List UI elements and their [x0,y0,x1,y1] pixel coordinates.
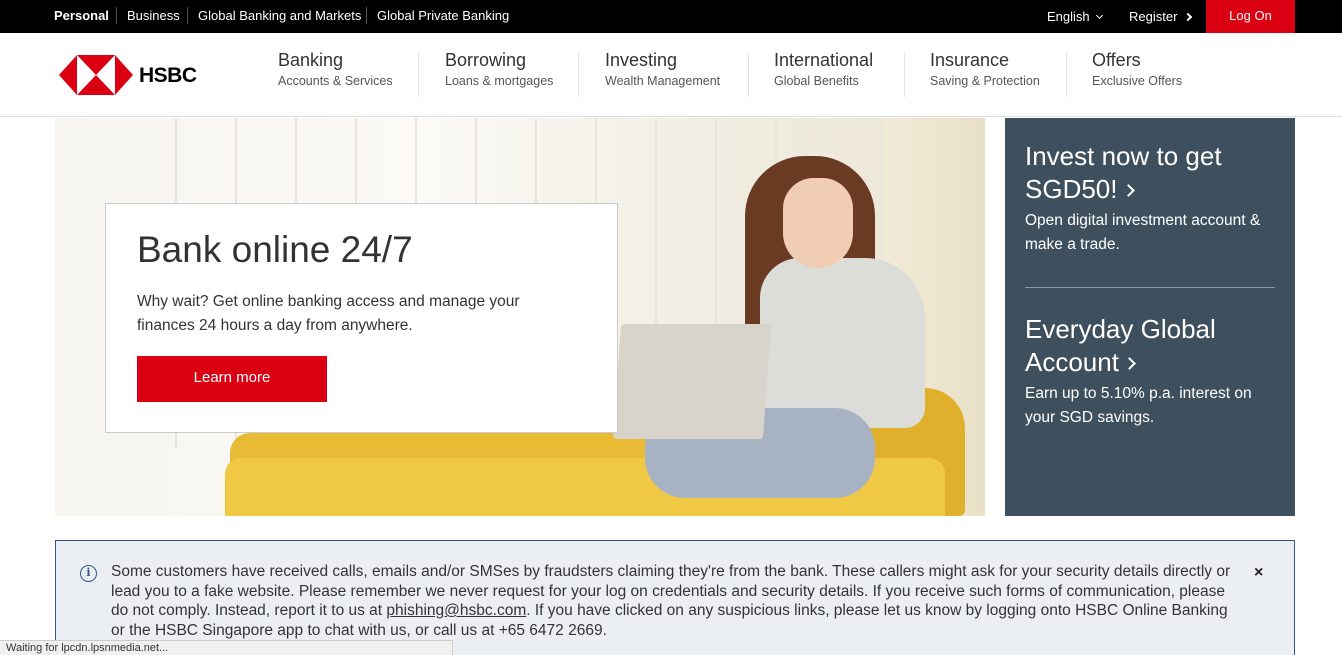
promo-description: Earn up to 5.10% p.a. interest on your S… [1025,385,1252,426]
info-icon: i [80,565,97,582]
segment-private-banking[interactable]: Global Private Banking [377,8,509,23]
chevron-right-icon [1121,184,1135,197]
nav-title: Investing [605,50,678,70]
nav-divider [1066,53,1067,97]
segment-business[interactable]: Business [127,8,180,23]
nav-banking[interactable]: Banking Accounts & Services [278,50,393,88]
learn-more-button[interactable]: Learn more [137,356,327,402]
nav-subtitle: Exclusive Offers [1092,74,1183,88]
nav-title: International [774,50,874,70]
promo-invest[interactable]: Invest now to get SGD50! Open digital in… [1025,140,1280,257]
nav-title: Insurance [930,50,1010,70]
phishing-email-link[interactable]: phishing@hsbc.com [386,602,526,619]
segment-personal[interactable]: Personal [54,8,109,23]
register-link[interactable]: Register [1129,9,1193,24]
hsbc-logo[interactable]: HSBC [59,55,199,95]
promo-title-line: Invest now to get [1025,141,1222,171]
notice-text: Some customers have received calls, emai… [111,562,1236,640]
nav-title: Offers [1092,50,1141,70]
nav-insurance[interactable]: Insurance Saving & Protection [930,50,1040,88]
nav-international[interactable]: International Global Benefits [774,50,873,88]
promo-everyday-global[interactable]: Everyday Global Account Earn up to 5.10%… [1025,313,1280,430]
hero-card: Bank online 24/7 Why wait? Get online ba… [105,203,618,433]
browser-status-bar: Waiting for lpcdn.lpsnmedia.net... [0,640,453,655]
nav-divider [748,53,749,97]
promo-title-line: Account [1025,347,1119,377]
hsbc-hexagon-icon [59,55,133,95]
chevron-right-icon [1184,12,1193,22]
promo-title-line: SGD50! [1025,174,1118,204]
nav-subtitle: Accounts & Services [278,74,393,88]
language-label: English [1047,9,1090,24]
top-bar: Personal Business Global Banking and Mar… [0,0,1342,33]
chevron-down-icon [1095,11,1103,20]
promo-title: Everyday Global Account [1025,313,1280,379]
hero-body: Why wait? Get online banking access and … [137,293,520,334]
nav-divider [418,53,419,97]
nav-offers[interactable]: Offers Exclusive Offers [1092,50,1182,88]
chevron-right-icon [1123,357,1136,370]
main-header: HSBC Banking Accounts & Services Borrowi… [0,33,1342,117]
divider [187,7,188,24]
register-label: Register [1129,9,1178,24]
nav-subtitle: Saving & Protection [930,74,1040,88]
language-selector[interactable]: English [1047,9,1103,24]
fraud-notice: i Some customers have received calls, em… [55,540,1295,655]
nav-subtitle: Global Benefits [774,74,859,88]
divider [116,7,117,24]
nav-investing[interactable]: Investing Wealth Management [605,50,720,88]
log-on-button[interactable]: Log On [1206,0,1295,33]
nav-title: Borrowing [445,50,527,70]
nav-subtitle: Loans & mortgages [445,74,554,88]
promo-panel: Invest now to get SGD50! Open digital in… [1005,118,1295,516]
logo-text: HSBC [139,64,197,87]
promo-title: Invest now to get SGD50! [1025,140,1280,206]
promo-divider [1025,287,1275,288]
divider [366,7,367,24]
hero-title: Bank online 24/7 [137,229,413,270]
promo-description: Open digital investment account & make a… [1025,212,1261,253]
nav-subtitle: Wealth Management [605,74,721,88]
close-icon[interactable]: × [1254,564,1263,582]
nav-divider [904,53,905,97]
promo-title-line: Everyday Global [1025,314,1216,344]
nav-borrowing[interactable]: Borrowing Loans & mortgages [445,50,553,88]
nav-divider [578,53,579,97]
nav-title: Banking [278,50,344,70]
segment-global-banking[interactable]: Global Banking and Markets [198,8,361,23]
